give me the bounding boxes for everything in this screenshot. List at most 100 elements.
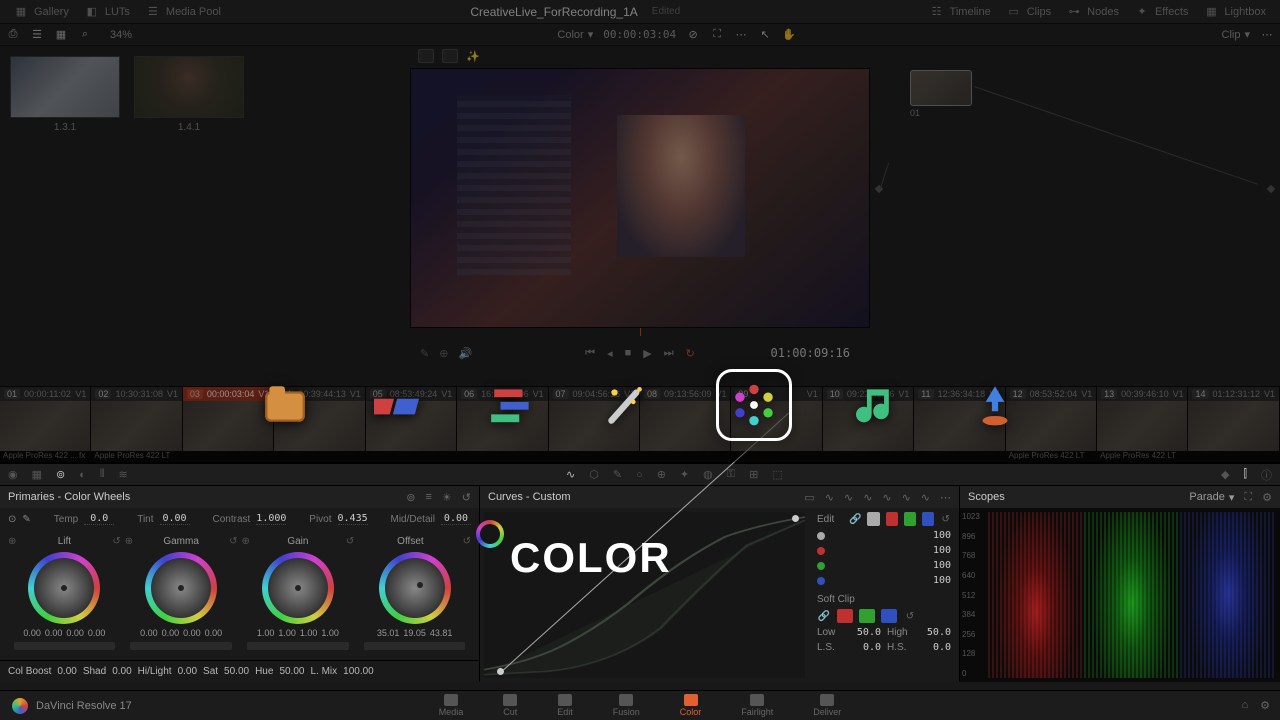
picker-icon[interactable]: ✎ (22, 514, 30, 525)
pivot-value[interactable]: 0.435 (338, 513, 368, 525)
lum-sat-icon[interactable]: ∿ (882, 491, 891, 504)
sizing-icon[interactable]: ⊞ (749, 468, 758, 481)
camera-raw-icon[interactable]: ◉ (8, 468, 18, 481)
viewer-scrubber[interactable] (410, 328, 870, 338)
color-page-icon[interactable] (716, 369, 792, 441)
lift-values[interactable]: 0.000.000.000.00 (23, 628, 105, 638)
options-icon[interactable]: ⋯ (734, 28, 748, 42)
page-deliver[interactable]: Deliver (813, 694, 841, 717)
hue-sat-icon[interactable]: ∿ (844, 491, 853, 504)
fusion-page-icon[interactable] (602, 380, 652, 430)
color-wheels-icon[interactable]: ⊚ (56, 468, 65, 481)
offset-wheel[interactable] (379, 552, 451, 624)
scopes-icon[interactable]: ⫿ (1243, 468, 1247, 481)
gain-wheel[interactable] (262, 552, 334, 624)
blue-channel-button[interactable] (922, 512, 934, 526)
reset-icon[interactable]: ↺ (903, 609, 917, 623)
lmix-value[interactable]: 100.00 (343, 666, 374, 677)
tint-value[interactable]: 0.00 (160, 513, 190, 525)
timeline-toggle[interactable]: ☷Timeline (922, 0, 999, 23)
cursor-icon[interactable]: ↖ (758, 28, 772, 42)
bypass-icon[interactable]: ⊘ (686, 28, 700, 42)
play-button[interactable]: ▶ (643, 347, 651, 360)
lift-wheel[interactable] (28, 552, 100, 624)
step-back-button[interactable]: ◂ (607, 347, 613, 360)
curve-editor[interactable]: COLOR (484, 512, 805, 678)
middetail-value[interactable]: 0.00 (441, 513, 471, 525)
window-icon[interactable]: ○ (636, 469, 643, 481)
grid-view-icon[interactable]: ▦ (54, 28, 68, 42)
offset-values[interactable]: 35.0119.0543.81 (377, 628, 453, 638)
gallery-still[interactable]: 1.3.1 (10, 56, 120, 133)
hdr-icon[interactable]: ◐ (79, 469, 86, 481)
clip-thumbnail[interactable]: 1300:39:46:10V1Apple ProRes 422 LT (1097, 387, 1188, 463)
viewer-zoom[interactable]: 34% (110, 29, 132, 41)
highlight-icon[interactable]: ✨ (466, 49, 480, 63)
luts-toggle[interactable]: ◧LUTs (77, 0, 138, 23)
media-pool-toggle[interactable]: ☰Media Pool (138, 0, 229, 23)
search-icon[interactable]: ⌕ (78, 28, 92, 42)
offset-master[interactable] (364, 642, 465, 650)
gallery-still[interactable]: 1.4.1 (134, 56, 244, 133)
audio-icon[interactable]: 🔊 (458, 347, 472, 360)
clip-thumbnail[interactable]: 0210:30:31:08V1Apple ProRes 422 LT (91, 387, 182, 463)
lift-reset-icon[interactable]: ↺ (112, 536, 120, 547)
next-clip-button[interactable]: ⏭ (664, 347, 674, 360)
still-grab-icon[interactable]: ⎙ (6, 28, 20, 42)
3d-icon[interactable]: ⬚ (772, 468, 782, 481)
red-intensity[interactable]: 100 (933, 545, 951, 556)
hand-icon[interactable]: ✋ (782, 28, 796, 42)
green-intensity[interactable]: 100 (933, 560, 951, 571)
clip-thumbnail[interactable]: 0100:00:11:02V1Apple ProRes 422 ... fx (0, 387, 91, 463)
project-settings-icon[interactable]: ⚙ (1260, 699, 1270, 712)
gain-values[interactable]: 1.001.001.001.00 (257, 628, 339, 638)
luma-intensity[interactable]: 100 (933, 530, 951, 541)
clip-dropdown[interactable]: Clip ▾ (1222, 28, 1250, 41)
expand-icon[interactable]: ⛶ (710, 28, 724, 42)
stop-button[interactable]: ■ (625, 347, 632, 359)
shad-value[interactable]: 0.00 (112, 666, 131, 677)
wheels-mode-icon[interactable]: ⊚ (406, 491, 415, 504)
loop-button[interactable]: ↻ (686, 347, 695, 360)
lightbox-toggle[interactable]: ▦Lightbox (1196, 0, 1274, 23)
sat-sat-icon[interactable]: ∿ (902, 491, 911, 504)
effects-toggle[interactable]: ✦Effects (1127, 0, 1196, 23)
reset-icon[interactable]: ↺ (462, 491, 471, 504)
node-graph[interactable]: 01 (870, 46, 1280, 386)
page-fusion[interactable]: Fusion (613, 694, 640, 717)
tracker-icon[interactable]: ⊕ (657, 468, 666, 481)
nodes-toggle[interactable]: ⊶Nodes (1059, 0, 1127, 23)
auto-balance-icon[interactable]: ⊙ (8, 514, 16, 525)
node-output[interactable] (1267, 185, 1275, 193)
offset-reset-icon[interactable]: ↺ (463, 536, 471, 547)
clip-thumbnail[interactable]: 1401:12:31:12V1 (1188, 387, 1279, 463)
gain-yrgb-icon[interactable]: ⊕ (242, 536, 250, 547)
image-wipe-icon[interactable] (418, 49, 434, 63)
sc-ls[interactable]: 0.0 (863, 642, 881, 653)
sc-red-button[interactable] (837, 609, 853, 623)
media-page-icon[interactable] (260, 380, 310, 430)
sc-low[interactable]: 50.0 (857, 627, 881, 638)
red-channel-button[interactable] (886, 512, 898, 526)
temp-value[interactable]: 0.0 (84, 513, 114, 525)
sc-high[interactable]: 50.0 (927, 627, 951, 638)
lift-master[interactable] (14, 642, 115, 650)
gain-reset-icon[interactable]: ↺ (346, 536, 354, 547)
page-color[interactable]: Color (680, 694, 702, 717)
sat-value[interactable]: 50.00 (224, 666, 249, 677)
link-icon[interactable]: 🔗 (817, 609, 831, 623)
link-icon[interactable]: 🔗 (849, 512, 861, 526)
unmix-icon[interactable]: ⊕ (439, 347, 448, 360)
scope-mode-dropdown[interactable]: Parade ▾ (1189, 491, 1234, 504)
deliver-page-icon[interactable] (970, 380, 1020, 430)
blur-icon[interactable]: ◍ (703, 468, 713, 481)
qualifier-icon[interactable]: ✎ (613, 468, 622, 481)
gain-master[interactable] (247, 642, 348, 650)
blue-intensity[interactable]: 100 (933, 575, 951, 586)
curve-point[interactable] (497, 668, 504, 675)
motion-effects-icon[interactable]: ≋ (119, 468, 128, 481)
sc-green-button[interactable] (859, 609, 875, 623)
page-media[interactable]: Media (439, 694, 464, 717)
edit-page-icon[interactable] (488, 380, 538, 430)
info-icon[interactable]: ⓘ (1261, 467, 1272, 483)
